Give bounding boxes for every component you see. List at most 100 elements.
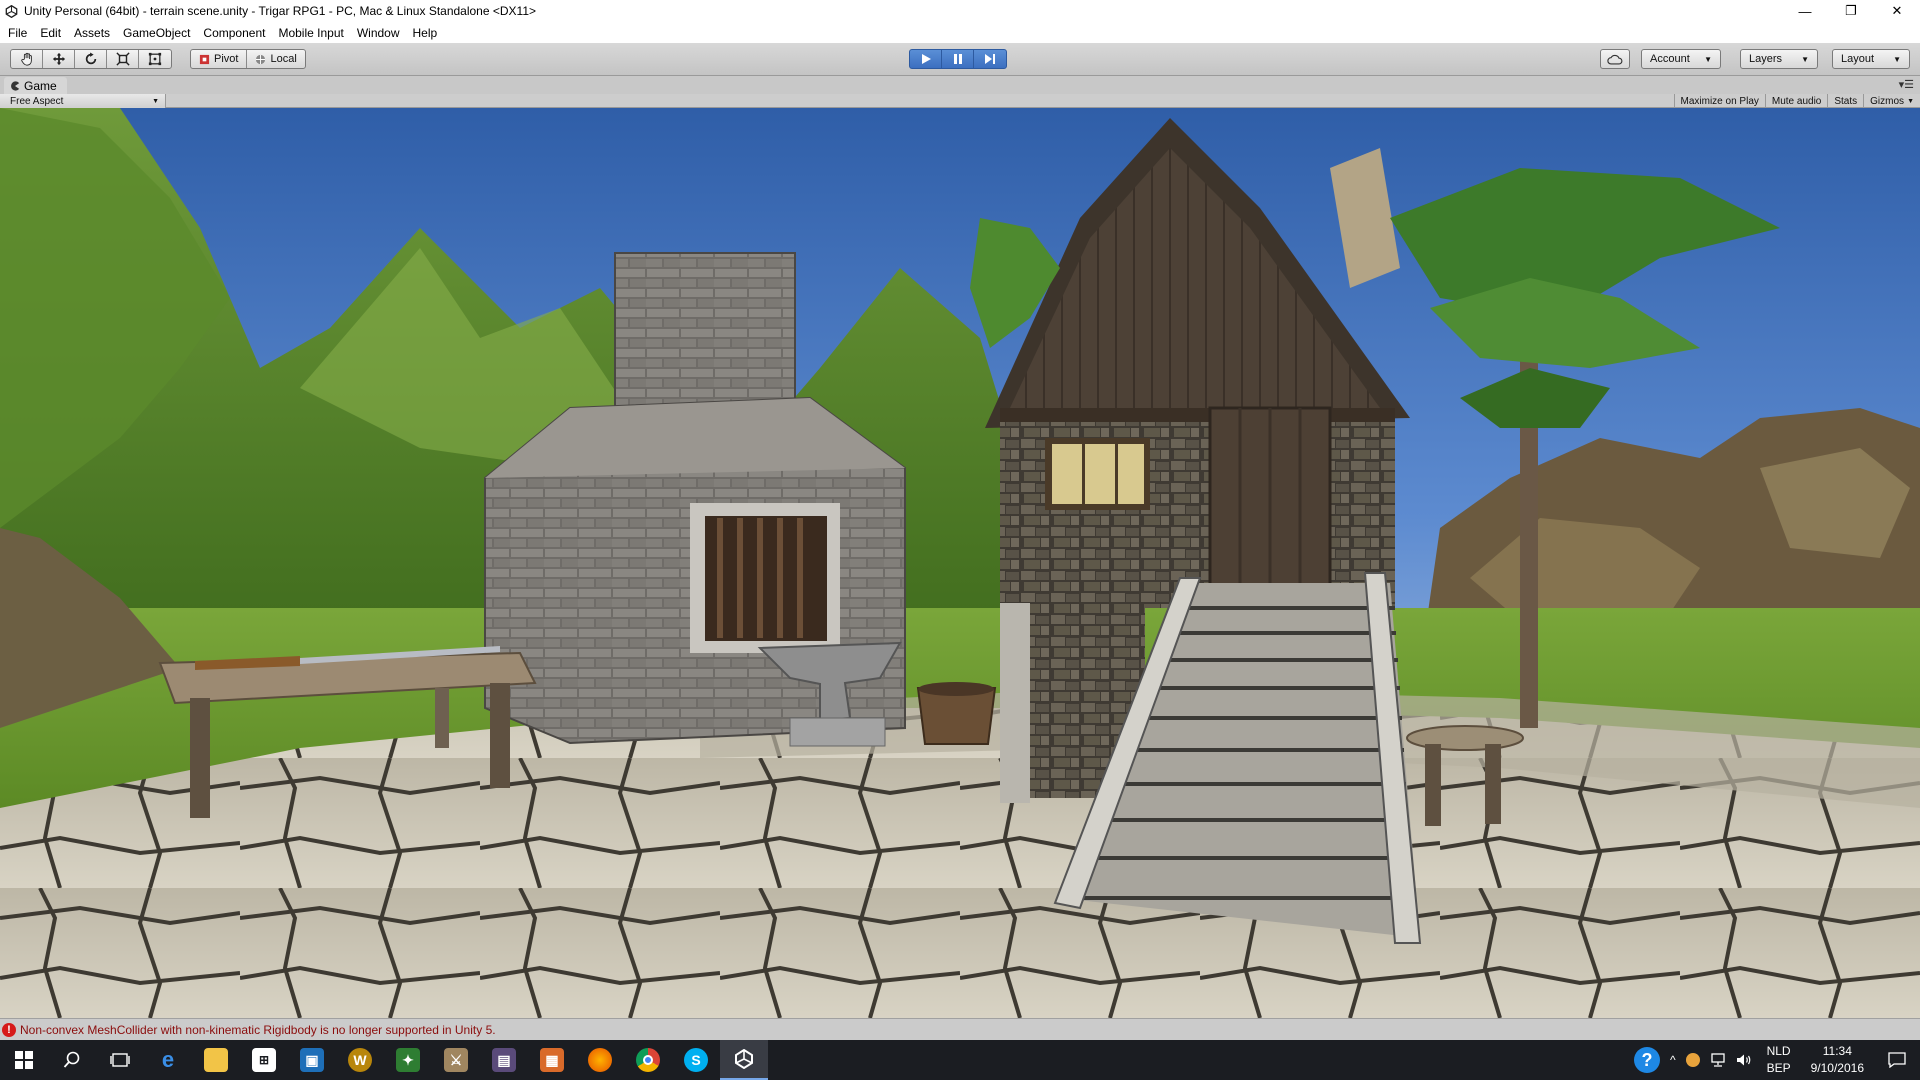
menu-gameobject[interactable]: GameObject xyxy=(123,26,190,40)
store-bag-icon: ⊞ xyxy=(252,1048,276,1072)
clock-date: 9/10/2016 xyxy=(1810,1061,1864,1075)
taskbar-app-purple[interactable]: ▤ xyxy=(480,1040,528,1080)
show-hidden-icons-button[interactable]: ^ xyxy=(1665,1040,1681,1080)
taskbar-app-w[interactable]: W xyxy=(336,1040,384,1080)
pivot-icon xyxy=(199,54,210,64)
taskbar-app-blue[interactable]: ▣ xyxy=(288,1040,336,1080)
game-creature-icon: ✦ xyxy=(396,1048,420,1072)
console-status-bar[interactable]: ! Non-convex MeshCollider with non-kinem… xyxy=(0,1018,1920,1040)
status-message: Non-convex MeshCollider with non-kinemat… xyxy=(20,1022,496,1037)
pivot-button[interactable]: Pivot xyxy=(191,50,248,68)
minimize-button[interactable]: — xyxy=(1782,0,1828,22)
aspect-dropdown[interactable]: Free Aspect ▼ xyxy=(0,94,166,108)
account-dropdown[interactable]: Account ▼ xyxy=(1641,49,1721,69)
panel-menu-icon[interactable]: ▾☰ xyxy=(1899,78,1914,91)
step-icon xyxy=(985,54,995,64)
menu-help[interactable]: Help xyxy=(413,26,438,40)
taskbar-app-tan[interactable]: ⚔ xyxy=(432,1040,480,1080)
game-view-toolbar: Free Aspect ▼ Maximize on Play Mute audi… xyxy=(0,94,1920,108)
chevron-up-icon: ^ xyxy=(1669,1053,1676,1067)
menu-component[interactable]: Component xyxy=(203,26,265,40)
edge-icon: e xyxy=(161,1047,175,1072)
taskbar-app-orange[interactable]: ▦ xyxy=(528,1040,576,1080)
local-label: Local xyxy=(270,53,297,65)
chevron-down-icon: ▼ xyxy=(1801,54,1809,64)
play-button[interactable] xyxy=(910,50,942,68)
start-button[interactable] xyxy=(0,1040,48,1080)
menu-assets[interactable]: Assets xyxy=(74,26,110,40)
tab-game[interactable]: Game xyxy=(4,77,67,94)
playback-controls xyxy=(909,49,1007,69)
menu-window[interactable]: Window xyxy=(357,26,400,40)
taskbar-explorer[interactable] xyxy=(192,1040,240,1080)
help-button[interactable]: ? xyxy=(1629,1040,1665,1080)
window-title: Unity Personal (64bit) - terrain scene.u… xyxy=(24,4,537,18)
layout-dropdown[interactable]: Layout ▼ xyxy=(1832,49,1910,69)
game-viewport[interactable] xyxy=(0,108,1920,1018)
stats-toggle[interactable]: Stats xyxy=(1827,94,1863,108)
chevron-down-icon: ▼ xyxy=(152,97,159,105)
pacman-game-icon xyxy=(11,80,20,91)
game-sword-icon: ⚔ xyxy=(444,1048,468,1072)
close-button[interactable]: ✕ xyxy=(1874,0,1920,22)
toolbar: Pivot Local Account ▼ Layers ▼ Layout ▼ xyxy=(0,43,1920,76)
cloud-button[interactable] xyxy=(1600,49,1630,69)
menu-mobile-input[interactable]: Mobile Input xyxy=(278,26,343,40)
help-icon: ? xyxy=(1633,1047,1660,1073)
tab-game-label: Game xyxy=(24,78,57,93)
task-view-button[interactable] xyxy=(96,1040,144,1080)
hand-tool-button[interactable] xyxy=(11,50,43,68)
skype-icon: S xyxy=(684,1048,708,1072)
windows-taskbar: e ⊞ ▣ W ✦ ⚔ ▤ ▦ S ? ^ NLD BEP 11:34 9/10… xyxy=(0,1040,1920,1080)
pause-button[interactable] xyxy=(942,50,974,68)
move-arrows-icon xyxy=(52,52,65,66)
search-button[interactable] xyxy=(48,1040,96,1080)
taskbar-edge[interactable]: e xyxy=(144,1040,192,1080)
taskbar-app-green[interactable]: ✦ xyxy=(384,1040,432,1080)
restore-button[interactable]: ❐ xyxy=(1828,0,1874,22)
aspect-label: Free Aspect xyxy=(10,95,64,107)
action-center-button[interactable] xyxy=(1874,1040,1920,1080)
rect-tool-button[interactable] xyxy=(139,50,171,68)
unity-logo-icon xyxy=(4,4,18,18)
move-tool-button[interactable] xyxy=(43,50,75,68)
network-icon xyxy=(1710,1053,1725,1067)
folder-icon xyxy=(204,1048,228,1072)
gizmos-label: Gizmos xyxy=(1870,95,1905,107)
input-language[interactable]: NLD BEP xyxy=(1757,1043,1801,1077)
menu-edit[interactable]: Edit xyxy=(40,26,61,40)
local-button[interactable]: Local xyxy=(247,50,304,68)
chevron-down-icon: ▼ xyxy=(1704,54,1712,64)
tray-app-button[interactable] xyxy=(1681,1040,1705,1080)
pause-icon xyxy=(953,54,962,64)
tray-app-icon xyxy=(1685,1053,1700,1067)
layers-dropdown[interactable]: Layers ▼ xyxy=(1740,49,1818,69)
maximize-on-play-toggle[interactable]: Maximize on Play xyxy=(1673,94,1765,108)
game-card-icon: ▤ xyxy=(492,1048,516,1072)
system-tray: ? ^ NLD BEP 11:34 9/10/2016 xyxy=(1629,1040,1920,1080)
taskbar-unity[interactable] xyxy=(720,1040,768,1080)
scale-tool-button[interactable] xyxy=(107,50,139,68)
step-button[interactable] xyxy=(974,50,1006,68)
volume-button[interactable] xyxy=(1731,1040,1757,1080)
mute-audio-toggle[interactable]: Mute audio xyxy=(1764,94,1827,108)
search-icon xyxy=(63,1051,80,1068)
language-code: NLD xyxy=(1766,1044,1791,1058)
taskbar-skype[interactable]: S xyxy=(672,1040,720,1080)
clock[interactable]: 11:34 9/10/2016 xyxy=(1801,1043,1874,1077)
local-icon xyxy=(256,54,266,64)
taskbar-firefox[interactable] xyxy=(576,1040,624,1080)
rotate-tool-button[interactable] xyxy=(75,50,107,68)
game-w-icon: W xyxy=(348,1048,372,1072)
hand-icon xyxy=(20,52,32,66)
taskbar-store[interactable]: ⊞ xyxy=(240,1040,288,1080)
pivot-label: Pivot xyxy=(214,53,239,65)
chrome-icon xyxy=(636,1048,660,1072)
gizmos-dropdown[interactable]: Gizmos ▼ xyxy=(1863,94,1920,108)
transform-tools xyxy=(10,49,172,69)
rect-transform-icon xyxy=(148,52,162,66)
chevron-down-icon: ▼ xyxy=(1893,54,1901,64)
taskbar-chrome[interactable] xyxy=(624,1040,672,1080)
network-button[interactable] xyxy=(1705,1040,1731,1080)
menu-file[interactable]: File xyxy=(8,26,27,40)
